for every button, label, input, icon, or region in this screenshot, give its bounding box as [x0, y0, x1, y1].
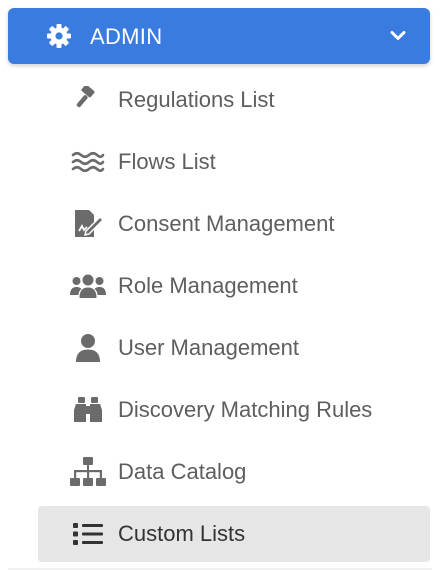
- menu-item-consent-management[interactable]: Consent Management: [38, 196, 430, 252]
- menu-item-label: User Management: [118, 335, 299, 360]
- menu-item-label: Custom Lists: [118, 521, 246, 546]
- water-waves-icon: [71, 151, 105, 173]
- file-signature-icon: [75, 210, 104, 237]
- user-icon: [76, 334, 100, 362]
- menu-item-label: Discovery Matching Rules: [118, 397, 373, 422]
- menu-item-role-management[interactable]: Role Management: [38, 258, 430, 314]
- admin-menu-header[interactable]: ADMIN: [8, 8, 430, 64]
- sitemap-icon: [70, 457, 106, 486]
- menu-item-custom-lists[interactable]: Custom Lists: [38, 506, 430, 562]
- gear-icon: [47, 24, 71, 48]
- menu-item-label: Role Management: [118, 273, 298, 298]
- chevron-down-icon[interactable]: [390, 29, 406, 43]
- binoculars-icon: [74, 397, 102, 422]
- menu-item-label: Consent Management: [118, 211, 335, 236]
- menu-item-label: Regulations List: [118, 87, 275, 112]
- menu-item-discovery-matching-rules[interactable]: Discovery Matching Rules: [38, 382, 430, 438]
- menu-item-label: Flows List: [118, 149, 216, 174]
- admin-menu-title: ADMIN: [90, 24, 163, 49]
- menu-item-data-catalog[interactable]: Data Catalog: [38, 444, 430, 500]
- gavel-icon: [76, 86, 95, 108]
- menu-item-label: Data Catalog: [118, 459, 247, 484]
- menu-item-flows-list[interactable]: Flows List: [38, 134, 430, 190]
- menu-item-regulations-list[interactable]: Regulations List: [38, 72, 430, 128]
- users-icon: [70, 274, 106, 298]
- list-icon: [73, 523, 103, 545]
- menu-item-user-management[interactable]: User Management: [38, 320, 430, 376]
